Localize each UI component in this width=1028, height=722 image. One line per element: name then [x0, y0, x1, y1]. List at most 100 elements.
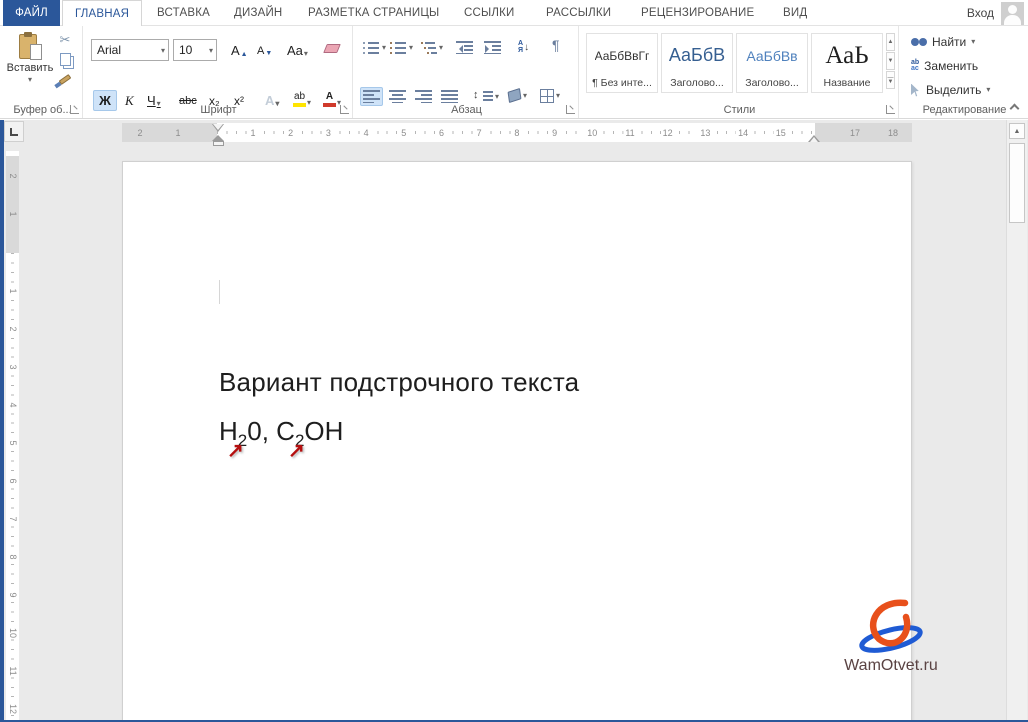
align-left-icon [363, 90, 380, 103]
vertical-ruler[interactable]: 21 123456789101112 [6, 151, 19, 722]
ruler-number: 4 [7, 402, 19, 407]
font-group-label: Шрифт [85, 104, 352, 116]
tab-view[interactable]: ВИД [771, 0, 819, 26]
editing-group: Найти ▾ ab ac Заменить Выделить ▾ Редакт… [901, 26, 1028, 118]
styles-scroll-up-icon[interactable]: ▲ [886, 33, 895, 51]
paste-button[interactable]: Вставить ▾ [5, 32, 55, 104]
ruler-number: 18 [886, 128, 900, 138]
font-size-combobox[interactable]: 10 ▾ [173, 39, 217, 61]
grow-font-button[interactable]: A▲ [227, 40, 252, 61]
clipboard-dialog-launcher-icon[interactable] [70, 105, 79, 114]
tab-stop-selector[interactable] [4, 121, 24, 142]
ruler-number: 15 [774, 128, 788, 138]
format-painter-icon[interactable] [59, 74, 72, 85]
select-button[interactable]: Выделить ▾ [911, 83, 990, 97]
signin-link[interactable]: Вход [967, 6, 994, 20]
font-size-dropdown-icon[interactable]: ▾ [209, 47, 213, 55]
change-case-button[interactable]: Aa▾ [283, 40, 312, 61]
word-window: ФАЙЛ ГЛАВНАЯ ВСТАВКА ДИЗАЙН РАЗМЕТКА СТР… [0, 0, 1028, 722]
paste-dropdown-icon[interactable]: ▾ [28, 76, 32, 84]
ruler-number: 1 [173, 128, 182, 138]
document-page[interactable]: Вариант подстрочного текста H20, C2OH ↗ … [122, 161, 912, 722]
ruler-number: 8 [512, 128, 521, 138]
show-paragraph-marks-button[interactable]: ¶ [549, 35, 563, 55]
ruler-number: 2 [135, 128, 144, 138]
style-no-spacing[interactable]: АаБбВвГг ¶ Без инте... [586, 33, 658, 93]
ruler-number: 10 [7, 628, 19, 638]
ruler-number: 1 [7, 211, 19, 216]
replace-label: Заменить [924, 59, 978, 73]
shading-button[interactable]: ▾ [505, 87, 530, 104]
tab-review[interactable]: РЕЦЕНЗИРОВАНИЕ [629, 0, 766, 26]
borders-grid-icon [540, 89, 554, 103]
watermark-logo: WamOtvet.ru [836, 598, 946, 675]
user-avatar-icon[interactable] [1001, 2, 1024, 25]
ruler-number: 6 [7, 478, 19, 483]
right-indent-marker[interactable] [808, 135, 820, 142]
increase-indent-button[interactable] [481, 38, 504, 57]
editing-group-label: Редактирование [901, 104, 1028, 116]
paragraph-dialog-launcher-icon[interactable] [566, 105, 575, 114]
ruler-number: 2 [286, 128, 295, 138]
justify-icon [441, 90, 458, 103]
tab-mailings[interactable]: РАССЫЛКИ [534, 0, 623, 26]
font-name-combobox[interactable]: Arial ▾ [91, 39, 169, 61]
decrease-indent-button[interactable] [453, 38, 476, 57]
font-dialog-launcher-icon[interactable] [340, 105, 349, 114]
tab-insert[interactable]: ВСТАВКА [145, 0, 222, 26]
scrollbar-thumb[interactable] [1009, 143, 1025, 223]
horizontal-ruler[interactable]: 21 1718 123456789101112131415 [122, 123, 912, 142]
sort-button[interactable]: АЯ ↓ [515, 37, 532, 57]
style-heading1[interactable]: АаБбВ Заголово... [661, 33, 733, 93]
replace-icon: ab ac [911, 60, 919, 72]
ruler-number: 1 [7, 288, 19, 293]
ruler-number: 17 [848, 128, 862, 138]
style-sample: АаБбВ [669, 34, 725, 77]
change-case-letters: Aa [287, 43, 303, 58]
shading-bucket-icon [508, 88, 522, 103]
first-line-indent-marker[interactable] [212, 124, 224, 132]
tab-page-layout[interactable]: РАЗМЕТКА СТРАНИЦЫ [296, 0, 451, 26]
bullets-button[interactable]: ▾ [360, 38, 389, 57]
document-heading-text[interactable]: Вариант подстрочного текста [219, 367, 579, 398]
watermark-logo-text: WamOtvet.ru [836, 657, 946, 675]
tab-file[interactable]: ФАЙЛ [3, 0, 60, 26]
multilevel-list-button[interactable]: ▾ [417, 38, 446, 57]
tab-home[interactable]: ГЛАВНАЯ [62, 0, 142, 26]
tab-design[interactable]: ДИЗАЙН [222, 0, 294, 26]
find-label: Найти [932, 35, 966, 49]
vertical-scrollbar[interactable]: ▲ [1006, 120, 1027, 722]
font-group: Arial ▾ 10 ▾ A▲ A▼ Aa▾ Ж К Ч▾ [85, 26, 353, 118]
styles-scroll-down-icon[interactable]: ▼ [886, 52, 895, 70]
style-heading2[interactable]: АаБбВв Заголово... [736, 33, 808, 93]
tab-references[interactable]: ССЫЛКИ [452, 0, 527, 26]
line-spacing-icon [473, 90, 493, 103]
cut-icon[interactable] [60, 33, 71, 46]
font-size-value: 10 [179, 43, 192, 57]
clear-formatting-button[interactable] [321, 41, 343, 56]
borders-button[interactable]: ▾ [537, 86, 563, 106]
shrink-font-button[interactable]: A▼ [253, 42, 276, 60]
ruler-number: 11 [623, 128, 636, 138]
ruler-number: 8 [7, 554, 19, 559]
clipboard-small-buttons [59, 33, 71, 82]
ruler-right-margin: 1718 [815, 123, 912, 142]
align-center-icon [389, 90, 406, 103]
styles-gallery-more-icon[interactable]: —▼ [886, 71, 895, 89]
font-name-dropdown-icon[interactable]: ▾ [161, 47, 165, 55]
tab-stop-l-icon [10, 128, 18, 136]
replace-button[interactable]: ab ac Заменить [911, 59, 978, 73]
annotation-arrow-icon: ↗ [227, 438, 244, 463]
find-button[interactable]: Найти ▾ [911, 35, 975, 49]
numbering-button[interactable]: ▾ [387, 38, 416, 57]
decrease-indent-icon [456, 41, 473, 54]
style-title[interactable]: АаЬ Название [811, 33, 883, 93]
style-name: ¶ Без инте... [592, 77, 652, 92]
scrollbar-up-arrow-icon[interactable]: ▲ [1009, 123, 1025, 139]
left-indent-marker[interactable] [213, 141, 224, 146]
numbered-list-icon [390, 41, 407, 54]
ruler-number: 2 [7, 326, 19, 331]
copy-icon[interactable] [60, 53, 71, 66]
styles-dialog-launcher-icon[interactable] [886, 105, 895, 114]
ribbon: Вставить ▾ Буфер об... Arial ▾ 10 ▾ A▲ [0, 26, 1028, 119]
